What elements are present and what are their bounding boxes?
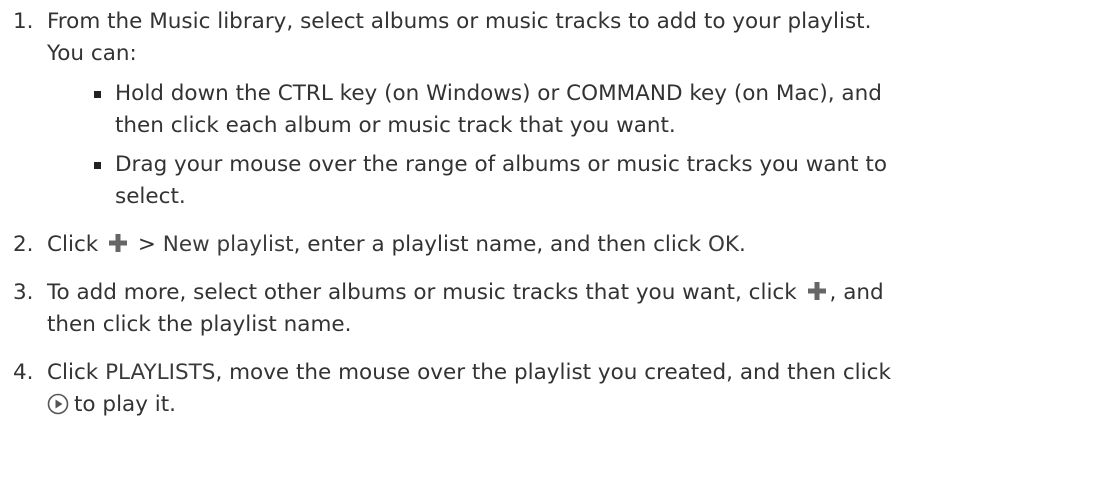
- play-circle-icon: [47, 393, 69, 415]
- step-text: To add more, select other albums or musi…: [47, 280, 797, 305]
- playlists-label: PLAYLISTS: [105, 360, 216, 385]
- sub-item-text: then click each album or music track tha…: [115, 113, 676, 138]
- bullet-marker: [94, 162, 101, 169]
- step-text: , and: [829, 280, 884, 305]
- sub-item-text: Drag your mouse over the range of albums…: [115, 152, 887, 177]
- step-text: Click > New playlist, enter a playlist n…: [47, 229, 1075, 261]
- sub-item-text: select.: [115, 184, 186, 209]
- step-text: to play it.: [74, 392, 177, 417]
- step-text: .: [739, 232, 746, 257]
- step-3: 3. To add more, select other albums or m…: [0, 277, 1105, 341]
- plus-icon: [807, 282, 826, 300]
- step-number: 2.: [13, 232, 34, 257]
- step-text: From the Music library, select albums or…: [47, 9, 872, 34]
- sub-item: Hold down the CTRL key (on Windows) or C…: [47, 78, 1075, 142]
- sub-item-text: Hold down the CTRL key (on Windows) or C…: [115, 81, 882, 106]
- step-text: then click the playlist name.: [47, 312, 352, 337]
- step-4: 4. Click PLAYLISTS, move the mouse over …: [0, 357, 1105, 421]
- bullet-marker: [94, 91, 101, 98]
- step-number: 3.: [13, 280, 34, 305]
- sub-list: Hold down the CTRL key (on Windows) or C…: [47, 78, 1075, 213]
- instruction-steps: 1. From the Music library, select albums…: [0, 0, 1105, 437]
- step-text: Click: [47, 360, 99, 385]
- step-text: You can:: [47, 41, 137, 66]
- step-number: 4.: [13, 360, 34, 385]
- step-text: , move the mouse over the playlist you c…: [215, 360, 891, 385]
- sub-item: Drag your mouse over the range of albums…: [47, 149, 1075, 213]
- ok-label: OK: [707, 232, 739, 257]
- step-1: 1. From the Music library, select albums…: [0, 6, 1105, 213]
- step-text: To add more, select other albums or musi…: [47, 277, 1075, 309]
- step-text: Click PLAYLISTS, move the mouse over the…: [47, 357, 1075, 389]
- step-text: , enter a playlist name, and then click: [293, 232, 702, 257]
- new-playlist-label: New playlist: [162, 232, 294, 257]
- step-number: 1.: [13, 9, 34, 34]
- plus-icon: [109, 234, 128, 252]
- separator: >: [137, 232, 156, 257]
- step-text: to play it.: [47, 389, 1075, 421]
- step-2: 2. Click > New playlist, enter a playlis…: [0, 229, 1105, 261]
- step-text: Click: [47, 232, 99, 257]
